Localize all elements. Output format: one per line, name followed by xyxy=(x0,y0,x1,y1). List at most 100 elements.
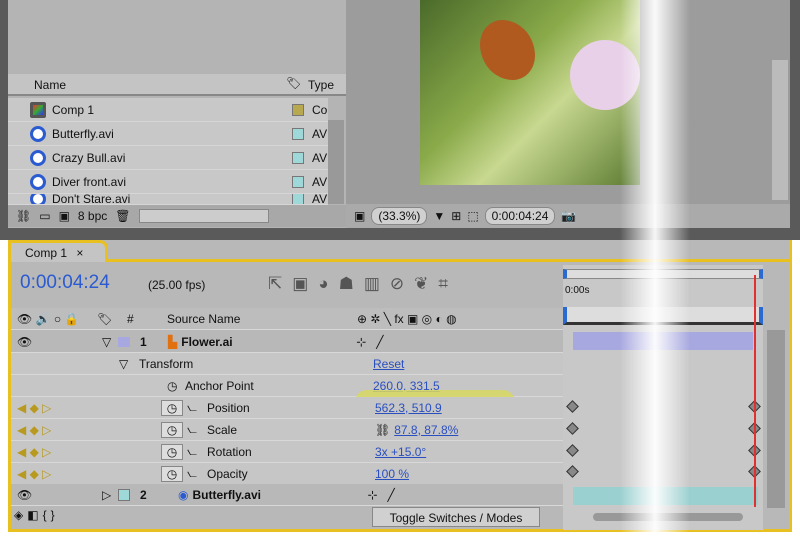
keyframe[interactable] xyxy=(566,422,579,435)
property-value[interactable]: 3x +15.0° xyxy=(375,445,426,459)
name-column-header[interactable]: Name xyxy=(34,78,66,92)
new-folder-icon[interactable]: ▭ xyxy=(39,209,50,223)
constrain-proportions-icon[interactable]: ⛓ xyxy=(375,423,390,437)
project-item[interactable]: Crazy Bull.avi AV xyxy=(8,146,328,170)
current-time-indicator[interactable] xyxy=(754,275,756,507)
layer-number: 1 xyxy=(140,334,147,349)
footage-icon: ◉ xyxy=(178,487,189,502)
horizontal-scrollbar[interactable] xyxy=(138,209,269,223)
graph-editor-icon[interactable]: ⌗ xyxy=(438,274,458,293)
project-scrollbar[interactable] xyxy=(328,120,344,204)
snapshot-icon[interactable]: ▣ xyxy=(354,209,365,223)
stopwatch-icon[interactable]: ◷ xyxy=(161,465,183,482)
bit-depth-button[interactable]: 8 bpc xyxy=(78,209,107,223)
timeline-toolbar: ⇱▣◕☗▥⊘❦⌗ xyxy=(268,274,458,294)
reset-link[interactable]: Reset xyxy=(373,357,404,371)
layer-switches[interactable]: ⊹ ╱ xyxy=(356,335,383,349)
label-column-icon[interactable]: 🏷 xyxy=(97,312,127,326)
graph-icon[interactable]: ⦦ xyxy=(187,444,207,459)
new-comp-icon[interactable]: ▣ xyxy=(59,209,70,223)
property-row[interactable]: ◀ ◆ ▷ ◷ ⦦ Opacity 100 % xyxy=(11,463,563,485)
composition-viewer: ▣ (33.3%) ▼ ⊞ ⬚ 0:00:04:24 📷 xyxy=(346,0,790,228)
project-item[interactable]: Butterfly.avi AV xyxy=(8,122,328,146)
property-value[interactable]: 562.3, 510.9 xyxy=(375,401,442,415)
keyframe-navigator[interactable]: ◀ ◆ ▷ xyxy=(17,445,161,459)
stopwatch-icon[interactable]: ◷ xyxy=(161,421,183,438)
expand-modes-icon[interactable]: ◧ xyxy=(27,508,42,522)
footage-icon xyxy=(30,194,46,204)
project-item[interactable]: Comp 1 Co xyxy=(8,98,328,122)
viewer-toolbar: ▣ (33.3%) ▼ ⊞ ⬚ 0:00:04:24 📷 xyxy=(346,204,790,228)
camera-icon[interactable]: 📷 xyxy=(561,209,576,223)
comp-flowchart-icon[interactable]: ⇱ xyxy=(268,274,292,293)
label-swatch xyxy=(118,336,130,347)
graph-icon[interactable]: ⦦ xyxy=(187,466,207,481)
project-item[interactable]: Diver front.avi AV xyxy=(8,170,328,194)
stopwatch-icon[interactable]: ◷ xyxy=(161,443,183,460)
number-column-header[interactable]: # xyxy=(127,312,167,326)
keyframe-navigator[interactable]: ◀ ◆ ▷ xyxy=(17,401,161,415)
frame-blending-icon[interactable]: ▥ xyxy=(364,274,390,293)
property-row[interactable]: ◀ ◆ ▷ ◷ ⦦ Rotation 3x +15.0° xyxy=(11,441,563,463)
live-update-icon[interactable]: ▣ xyxy=(292,274,318,293)
property-name: Scale xyxy=(207,422,238,437)
toggle-switches-modes-button[interactable]: Toggle Switches / Modes xyxy=(372,507,540,527)
zoom-dropdown[interactable]: (33.3%) xyxy=(371,207,428,225)
close-icon[interactable]: × xyxy=(76,246,83,260)
tab-label: Comp 1 xyxy=(25,246,68,260)
keyframe[interactable] xyxy=(566,465,579,478)
layer-row[interactable]: 👁 ▷ 2 ◉ Butterfly.avi ⊹ ╱ xyxy=(11,484,563,506)
project-item[interactable]: Don't Stare.avi AV xyxy=(8,194,328,205)
layer-row[interactable]: 👁 ▽ 1 ▙ Flower.ai ⊹ ╱ xyxy=(11,331,563,353)
chevron-down-icon[interactable]: ▼ xyxy=(433,209,445,223)
property-row[interactable]: ◀ ◆ ▷ ◷ ⦦ Scale ⛓ 87.8, 87.8% xyxy=(11,419,563,441)
keyframe[interactable] xyxy=(566,400,579,413)
graph-icon[interactable]: ⦦ xyxy=(187,400,207,415)
graph-icon[interactable]: ⦦ xyxy=(187,422,207,437)
layer-name[interactable]: Flower.ai xyxy=(181,335,356,349)
stopwatch-icon[interactable]: ◷ xyxy=(161,399,183,416)
label-swatch xyxy=(292,127,304,140)
property-name: Rotation xyxy=(207,444,252,459)
label-swatch xyxy=(292,151,304,164)
label-swatch xyxy=(292,175,304,188)
eye-icon[interactable]: 👁 xyxy=(17,488,102,502)
property-row[interactable]: ◀ ◆ ▷ ◷ ⦦ Position 562.3, 510.9 xyxy=(11,397,563,419)
region-of-interest-icon[interactable]: ⬚ xyxy=(467,209,478,223)
viewer-scrollbar[interactable] xyxy=(772,60,788,200)
grid-icon[interactable]: ⊞ xyxy=(451,209,461,223)
tab-comp-1[interactable]: Comp 1 × xyxy=(8,240,108,262)
label-column-icon[interactable]: 🏷 xyxy=(286,76,301,90)
motion-blur-icon[interactable]: ⊘ xyxy=(390,274,414,293)
property-value[interactable]: 87.8, 87.8% xyxy=(394,423,458,437)
composition-icon xyxy=(30,101,46,118)
keyframe-navigator[interactable]: ◀ ◆ ▷ xyxy=(17,467,161,481)
layer-switches[interactable]: ⊹ ╱ xyxy=(367,488,394,502)
keyframe-navigator[interactable]: ◀ ◆ ▷ xyxy=(17,423,161,437)
type-column-header[interactable]: Type xyxy=(308,78,334,92)
footage-icon xyxy=(30,149,46,166)
label-swatch xyxy=(292,103,304,116)
expand-triangle-icon[interactable]: ▷ xyxy=(102,488,118,502)
viewer-timecode[interactable]: 0:00:04:24 xyxy=(484,207,556,225)
source-name-column-header[interactable]: Source Name xyxy=(167,312,357,326)
layer-number: 2 xyxy=(140,487,147,502)
expressions-icon[interactable]: {} xyxy=(43,508,59,522)
current-time-display[interactable]: 0:00:04:24 xyxy=(20,272,110,294)
eye-icon[interactable]: 👁 xyxy=(17,335,102,349)
expand-triangle-icon[interactable]: ▽ xyxy=(119,357,139,371)
keyframe[interactable] xyxy=(566,444,579,457)
trash-icon[interactable]: 🗑 xyxy=(115,209,130,223)
stopwatch-icon[interactable]: ◷ xyxy=(167,379,185,393)
expand-switches-icon[interactable]: ◈ xyxy=(14,508,27,522)
interpret-footage-icon[interactable]: ⛓ xyxy=(16,209,31,223)
property-name: Opacity xyxy=(207,466,248,481)
expand-triangle-icon[interactable]: ▽ xyxy=(102,335,118,349)
brainstorm-icon[interactable]: ❦ xyxy=(414,274,438,293)
draft-3d-icon[interactable]: ◕ xyxy=(318,274,338,293)
layer-name[interactable]: Butterfly.avi xyxy=(192,488,367,502)
timeline-scrollbar[interactable] xyxy=(767,330,785,508)
transform-group-row[interactable]: ▽ Transform Reset xyxy=(11,353,563,375)
property-value[interactable]: 100 % xyxy=(375,467,409,481)
hide-shy-icon[interactable]: ☗ xyxy=(339,274,364,293)
